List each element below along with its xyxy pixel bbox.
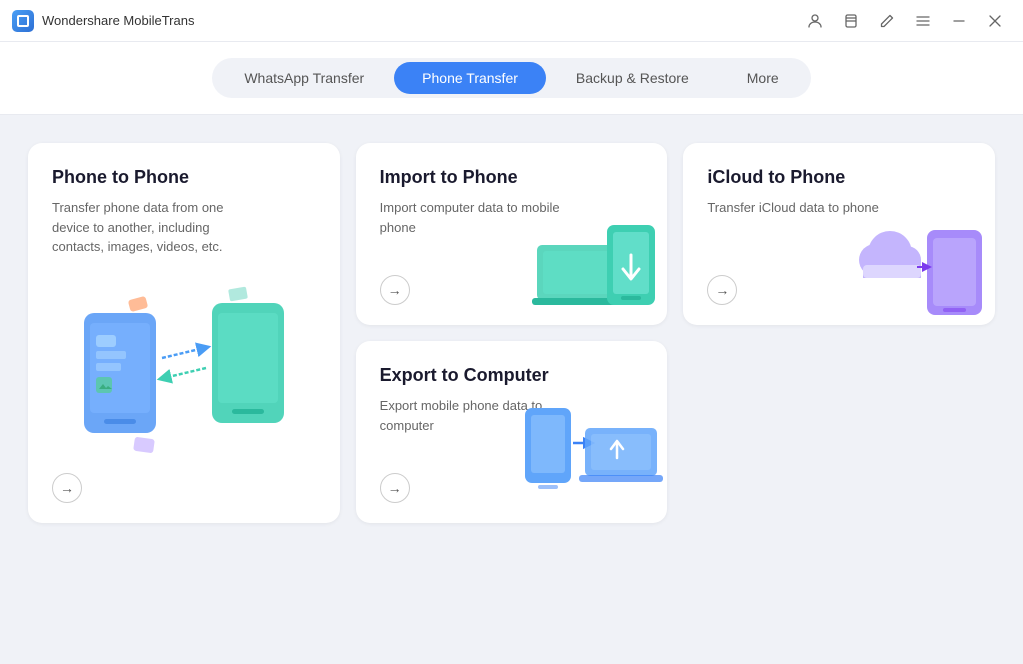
bookmark-button[interactable] [835, 7, 867, 35]
import-illustration [527, 205, 657, 315]
account-button[interactable] [799, 7, 831, 35]
nav-bar: WhatsApp Transfer Phone Transfer Backup … [0, 42, 1023, 115]
tab-whatsapp[interactable]: WhatsApp Transfer [216, 62, 392, 94]
app-title: Wondershare MobileTrans [42, 13, 194, 28]
card-phone-to-phone[interactable]: Phone to Phone Transfer phone data from … [28, 143, 340, 523]
main-content: Phone to Phone Transfer phone data from … [0, 115, 1023, 551]
card-icloud-arrow[interactable]: → [707, 275, 737, 305]
phone-to-phone-illustration [74, 283, 294, 463]
titlebar-controls [799, 7, 1011, 35]
nav-tabs: WhatsApp Transfer Phone Transfer Backup … [212, 58, 810, 98]
card-icloud-title: iCloud to Phone [707, 167, 971, 188]
card-import-to-phone[interactable]: Import to Phone Import computer data to … [356, 143, 668, 325]
card-phone-to-phone-title: Phone to Phone [52, 167, 316, 188]
tab-more[interactable]: More [719, 62, 807, 94]
card-icloud-to-phone[interactable]: iCloud to Phone Transfer iCloud data to … [683, 143, 995, 325]
titlebar: Wondershare MobileTrans [0, 0, 1023, 42]
card-export-to-computer[interactable]: Export to Computer Export mobile phone d… [356, 341, 668, 523]
titlebar-left: Wondershare MobileTrans [12, 10, 194, 32]
card-phone-to-phone-desc: Transfer phone data from one device to a… [52, 198, 232, 257]
card-import-arrow[interactable]: → [380, 275, 410, 305]
edit-button[interactable] [871, 7, 903, 35]
menu-button[interactable] [907, 7, 939, 35]
icloud-illustration [855, 205, 985, 315]
tab-backup[interactable]: Backup & Restore [548, 62, 717, 94]
card-export-title: Export to Computer [380, 365, 644, 386]
export-illustration [517, 393, 657, 513]
app-icon [12, 10, 34, 32]
minimize-button[interactable] [943, 7, 975, 35]
card-import-title: Import to Phone [380, 167, 644, 188]
card-export-arrow[interactable]: → [380, 473, 410, 503]
card-phone-to-phone-arrow[interactable]: → [52, 473, 82, 503]
tab-phone[interactable]: Phone Transfer [394, 62, 546, 94]
close-button[interactable] [979, 7, 1011, 35]
